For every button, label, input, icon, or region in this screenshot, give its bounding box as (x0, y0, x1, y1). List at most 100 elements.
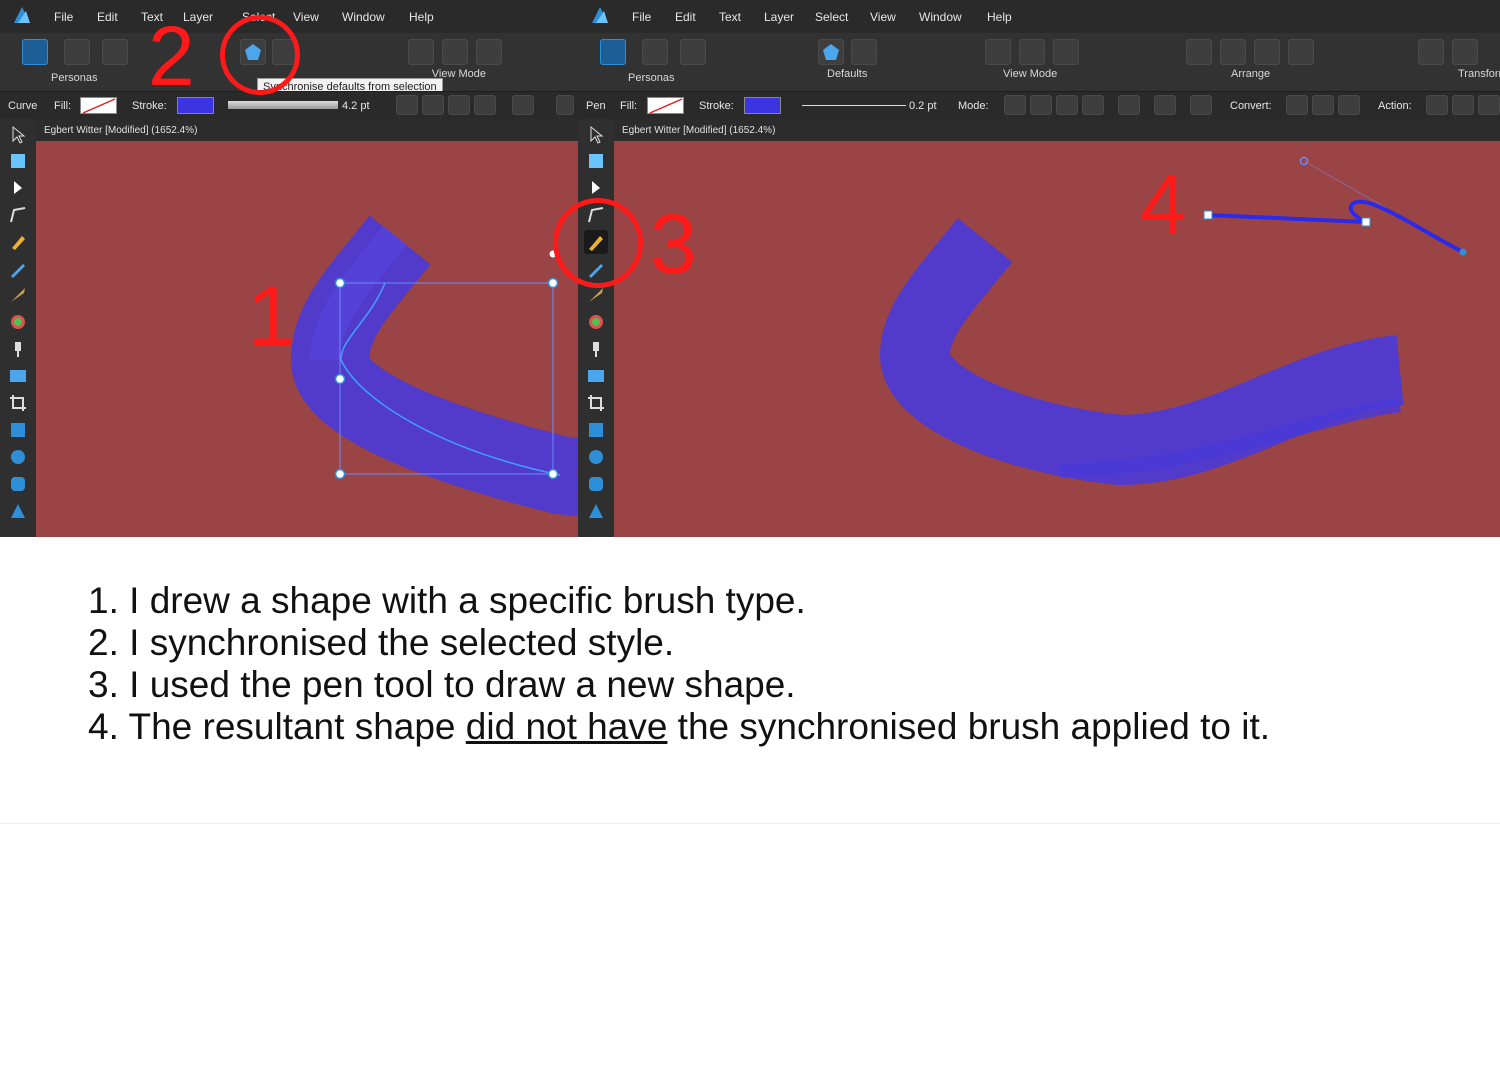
view-mode-retina-button[interactable] (1019, 39, 1045, 65)
designer-persona-button[interactable] (600, 39, 626, 65)
artboard-tool-icon[interactable] (8, 151, 28, 171)
pen-node-mid[interactable] (1361, 217, 1371, 227)
transform-button[interactable] (448, 95, 470, 115)
transform-rotate-button[interactable] (1452, 39, 1478, 65)
view-mode-outline-button[interactable] (1053, 39, 1079, 65)
right-document-tab[interactable]: Egbert Witter [Modified] (1652.4%) (614, 119, 1500, 141)
pen-tool-icon[interactable] (8, 232, 28, 252)
node-tool-icon[interactable] (8, 178, 28, 198)
menu-help[interactable]: Help (409, 10, 434, 24)
arrange-back-button[interactable] (1186, 39, 1212, 65)
synchronise-defaults-button[interactable] (818, 39, 844, 65)
snapping-button[interactable] (1190, 95, 1212, 115)
ellipse-tool-icon[interactable] (8, 447, 28, 467)
snap-button[interactable] (396, 95, 418, 115)
rectangle-tool-icon[interactable] (8, 420, 28, 440)
action-close-button[interactable] (1452, 95, 1474, 115)
brush-tool-icon[interactable] (586, 285, 606, 305)
convert-sharp-button[interactable] (1286, 95, 1308, 115)
triangle-tool-icon[interactable] (586, 501, 606, 521)
transform-flip-button[interactable] (1418, 39, 1444, 65)
action-break-button[interactable] (1426, 95, 1448, 115)
pixel-persona-button[interactable] (64, 39, 90, 65)
menu-window[interactable]: Window (342, 10, 385, 24)
pen-mode-button[interactable] (1004, 95, 1026, 115)
left-canvas[interactable] (36, 141, 578, 537)
menu-text[interactable]: Text (719, 10, 741, 24)
crop-tool-icon[interactable] (8, 393, 28, 413)
ellipse-tool-icon[interactable] (586, 447, 606, 467)
rounded-rectangle-tool-icon[interactable] (586, 474, 606, 494)
fill-swatch[interactable] (647, 97, 684, 114)
view-mode-pixel-button[interactable] (985, 39, 1011, 65)
line-mode-button[interactable] (1082, 95, 1104, 115)
move-tool-icon[interactable] (586, 125, 606, 145)
menu-help[interactable]: Help (987, 10, 1012, 24)
align-button[interactable] (422, 95, 444, 115)
triangle-tool-icon[interactable] (8, 501, 28, 521)
stroke-width-value[interactable]: 4.2 pt (342, 100, 370, 112)
export-persona-button[interactable] (102, 39, 128, 65)
pen-node-start[interactable] (1203, 210, 1213, 220)
menu-file[interactable]: File (54, 10, 73, 24)
menu-window[interactable]: Window (919, 10, 962, 24)
designer-persona-button[interactable] (22, 39, 48, 65)
move-tool-icon[interactable] (8, 125, 28, 145)
place-image-tool-icon[interactable] (586, 366, 606, 386)
menu-edit[interactable]: Edit (675, 10, 696, 24)
smart-mode-button[interactable] (1030, 95, 1052, 115)
action-smooth-button[interactable] (1478, 95, 1500, 115)
screenshot-composite: File Edit Text Layer Select View Window … (0, 0, 1500, 1065)
fill-swatch[interactable] (80, 97, 117, 114)
arrange-forward-button[interactable] (1254, 39, 1280, 65)
convert-smart-button[interactable] (1338, 95, 1360, 115)
revert-defaults-button[interactable] (851, 39, 877, 65)
rectangle-tool-icon[interactable] (586, 420, 606, 440)
stroke-width-slider[interactable] (228, 101, 338, 109)
polygon-mode-button[interactable] (1056, 95, 1078, 115)
view-mode-retina-button[interactable] (442, 39, 468, 65)
pen-drawn-curve[interactable] (1207, 199, 1464, 254)
menu-file[interactable]: File (632, 10, 651, 24)
add-to-curve-button[interactable] (1118, 95, 1140, 115)
export-persona-button[interactable] (680, 39, 706, 65)
arrange-backward-button[interactable] (1220, 39, 1246, 65)
menu-view[interactable]: View (293, 10, 319, 24)
context-tool-label: Curve (8, 100, 38, 112)
transform-label: Transform (1458, 68, 1500, 80)
fill-tool-icon[interactable] (586, 312, 606, 332)
isolate-button[interactable] (512, 95, 534, 115)
crop-tool-icon[interactable] (586, 393, 606, 413)
pixel-persona-button[interactable] (642, 39, 668, 65)
transparency-tool-icon[interactable] (8, 339, 28, 359)
stroke-swatch[interactable] (744, 97, 781, 114)
view-mode-pixel-button[interactable] (408, 39, 434, 65)
stroke-width-slider[interactable] (802, 105, 906, 106)
annotation-number-2: 2 (148, 9, 195, 103)
fill-tool-icon[interactable] (8, 312, 28, 332)
right-canvas[interactable] (614, 141, 1500, 537)
view-mode-outline-button[interactable] (476, 39, 502, 65)
pencil-tool-icon[interactable] (8, 259, 28, 279)
menu-select[interactable]: Select (815, 10, 848, 24)
affinity-logo-icon (592, 7, 608, 23)
brush-tool-icon[interactable] (8, 285, 28, 305)
geometry-button[interactable] (1154, 95, 1176, 115)
brush-stroke-shape[interactable] (36, 141, 578, 537)
menu-view[interactable]: View (870, 10, 896, 24)
flip-button[interactable] (474, 95, 496, 115)
pen-node-end[interactable] (1459, 248, 1467, 256)
stroke-width-value[interactable]: 0.2 pt (909, 100, 937, 112)
node-tool-icon[interactable] (586, 178, 606, 198)
convert-smooth-button[interactable] (1312, 95, 1334, 115)
rounded-rectangle-tool-icon[interactable] (8, 474, 28, 494)
artboard-tool-icon[interactable] (586, 151, 606, 171)
menu-layer[interactable]: Layer (764, 10, 794, 24)
more-options-button[interactable] (556, 95, 574, 115)
corner-tool-icon[interactable] (8, 205, 28, 225)
place-image-tool-icon[interactable] (8, 366, 28, 386)
menu-edit[interactable]: Edit (97, 10, 118, 24)
arrange-front-button[interactable] (1288, 39, 1314, 65)
left-document-tab[interactable]: Egbert Witter [Modified] (1652.4%) (36, 119, 578, 141)
transparency-tool-icon[interactable] (586, 339, 606, 359)
